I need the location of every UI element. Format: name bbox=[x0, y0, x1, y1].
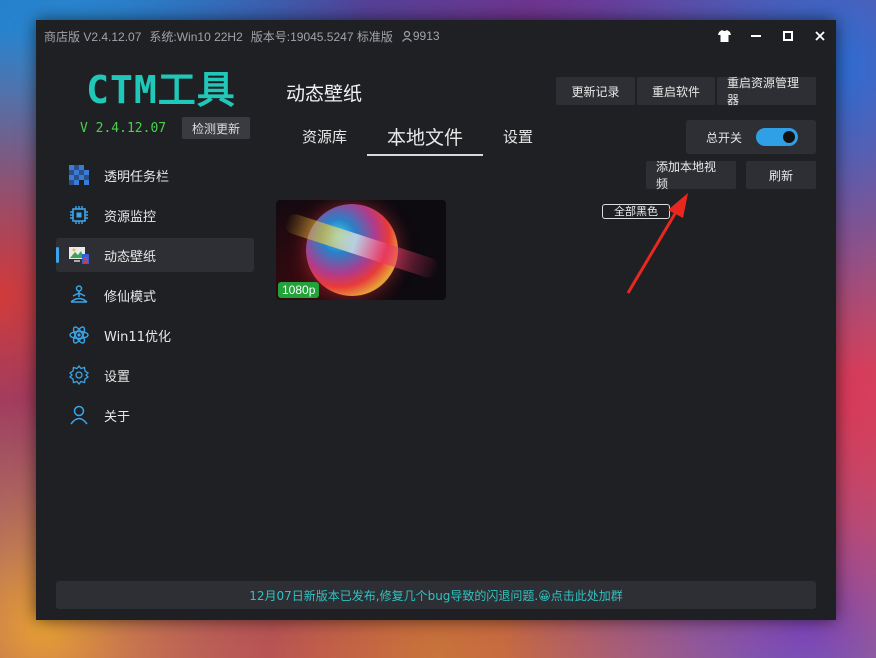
tab-local-files[interactable]: 本地文件 bbox=[367, 118, 484, 156]
sidebar-item-win11-optimize[interactable]: Win11优化 bbox=[56, 318, 254, 352]
svg-text:5: 5 bbox=[83, 256, 89, 265]
edition-text: 商店版 V2.4.12.07 bbox=[44, 29, 142, 44]
refresh-button[interactable]: 刷新 bbox=[746, 161, 816, 189]
app-logo: CTM工具 bbox=[86, 68, 236, 112]
build-text: 版本号:19045.5247 标准版 bbox=[250, 29, 393, 44]
sidebar-item-label: Win11优化 bbox=[104, 329, 171, 345]
user-icon bbox=[68, 404, 90, 426]
chip-icon bbox=[68, 204, 90, 226]
sidebar-item-settings[interactable]: 设置 bbox=[56, 358, 254, 392]
minimize-button[interactable] bbox=[740, 20, 772, 52]
changelog-button[interactable]: 更新记录 bbox=[556, 77, 635, 105]
gear-icon bbox=[68, 364, 90, 386]
wallpaper-thumbnail[interactable]: 1080p bbox=[276, 200, 446, 300]
sidebar-item-about[interactable]: 关于 bbox=[56, 398, 254, 432]
user-id: 9913 bbox=[412, 29, 440, 43]
maximize-icon bbox=[783, 31, 793, 41]
version-label: V 2.4.12.07 bbox=[80, 121, 167, 136]
window-controls bbox=[708, 20, 836, 52]
sidebar-item-transparent-taskbar[interactable]: 透明任务栏 bbox=[56, 158, 254, 192]
title-bar: 商店版 V2.4.12.07 系统:Win10 22H2 版本号:19045.5… bbox=[36, 20, 836, 52]
minimize-icon bbox=[751, 35, 761, 37]
sidebar-item-label: 设置 bbox=[104, 369, 131, 385]
sidebar-item-label: 透明任务栏 bbox=[104, 169, 170, 185]
meditation-icon bbox=[68, 284, 90, 306]
sidebar-item-resource-monitor[interactable]: 资源监控 bbox=[56, 198, 254, 232]
tshirt-icon bbox=[717, 30, 731, 42]
restart-app-button[interactable]: 重启软件 bbox=[637, 77, 715, 105]
sidebar-item-label: 资源监控 bbox=[104, 209, 157, 225]
close-button[interactable] bbox=[804, 20, 836, 52]
sidebar: 透明任务栏 资源监控 5 动态壁纸 修仙模式 Win11优化 设置 关于 bbox=[56, 158, 254, 438]
system-text: 系统:Win10 22H2 bbox=[149, 29, 243, 44]
app-window: 商店版 V2.4.12.07 系统:Win10 22H2 版本号:19045.5… bbox=[36, 20, 836, 620]
user-icon bbox=[401, 30, 412, 42]
maximize-button[interactable] bbox=[772, 20, 804, 52]
tab-settings[interactable]: 设置 bbox=[483, 118, 553, 154]
master-switch-row: 总开关 bbox=[686, 120, 816, 154]
sidebar-item-label: 修仙模式 bbox=[104, 289, 157, 305]
master-switch-toggle[interactable] bbox=[756, 128, 798, 146]
check-update-button[interactable]: 检测更新 bbox=[182, 117, 250, 139]
sidebar-item-label: 关于 bbox=[104, 409, 131, 425]
sidebar-item-immortal-mode[interactable]: 修仙模式 bbox=[56, 278, 254, 312]
page-title: 动态壁纸 bbox=[286, 83, 363, 105]
toggle-knob bbox=[783, 131, 795, 143]
add-local-video-button[interactable]: 添加本地视频 bbox=[646, 160, 736, 191]
taskbar-icon bbox=[68, 164, 90, 186]
tab-resource-library[interactable]: 资源库 bbox=[282, 118, 367, 154]
sidebar-item-dynamic-wallpaper[interactable]: 5 动态壁纸 bbox=[56, 238, 254, 272]
announcement-bar[interactable]: 12月07日新版本已发布,修复几个bug导致的闪退问题.😀点击此处加群 bbox=[56, 581, 816, 609]
master-switch-label: 总开关 bbox=[706, 130, 743, 145]
restart-explorer-button[interactable]: 重启资源管理器 bbox=[717, 76, 816, 107]
all-black-button[interactable]: 全部黑色 bbox=[602, 204, 670, 219]
close-icon bbox=[815, 31, 825, 41]
skin-button[interactable] bbox=[708, 20, 740, 52]
wallpaper-icon: 5 bbox=[68, 244, 90, 266]
sidebar-item-label: 动态壁纸 bbox=[104, 249, 157, 265]
atom-icon bbox=[68, 324, 90, 346]
resolution-badge: 1080p bbox=[278, 282, 320, 298]
tab-bar: 资源库 本地文件 设置 bbox=[282, 118, 553, 156]
user-badge: 9913 bbox=[401, 29, 440, 43]
top-toolbar: 更新记录 重启软件 重启资源管理器 bbox=[556, 76, 816, 107]
